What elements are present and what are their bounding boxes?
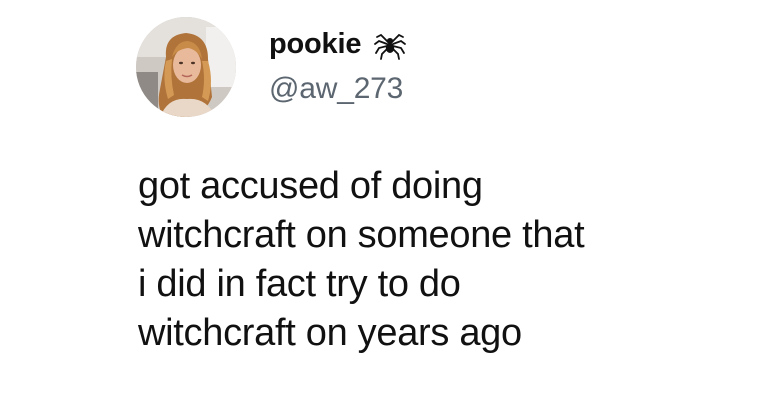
- spider-icon: [373, 27, 407, 61]
- tweet-text-line: i did in fact try to do: [138, 263, 461, 305]
- tweet-text-line: got accused of doing: [138, 165, 483, 207]
- display-name[interactable]: pookie: [269, 28, 361, 61]
- avatar-photo: [136, 17, 236, 117]
- tweet-text: got accused of doing witchcraft on someo…: [138, 162, 738, 358]
- tweet-text-line: witchcraft on someone that: [138, 214, 585, 256]
- user-handle[interactable]: @aw_273: [269, 72, 403, 106]
- tweet-text-line: witchcraft on years ago: [138, 312, 522, 354]
- user-name-row: pookie: [269, 24, 407, 64]
- tweet-card: pookie @aw_273 got accused of doing witc…: [0, 0, 768, 402]
- avatar[interactable]: [136, 17, 236, 117]
